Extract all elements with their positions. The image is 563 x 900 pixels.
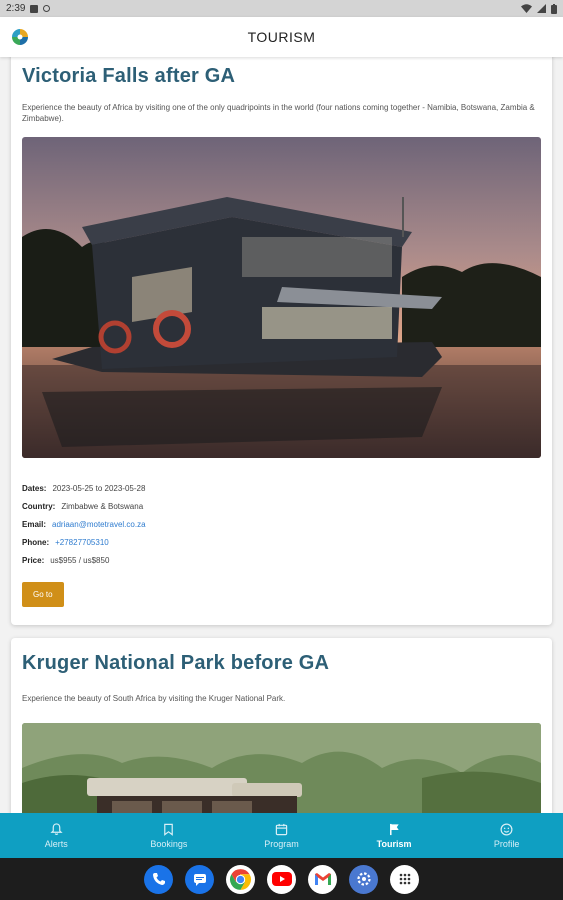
nav-label: Bookings	[150, 838, 188, 849]
price-value: us$955 / us$850	[50, 556, 110, 565]
country-row: Country: Zimbabwe & Botswana	[22, 502, 144, 511]
tour-details: Dates: 2023-05-25 to 2023-05-28 Country: Z…	[22, 484, 541, 574]
system-dock	[0, 858, 563, 900]
nav-item-alerts[interactable]: Alerts	[0, 813, 113, 858]
tour-card: Kruger National Park before GA Experienc…	[11, 638, 552, 813]
status-bar: 2:39	[0, 0, 563, 17]
flag-icon	[389, 823, 399, 835]
messages-app-icon[interactable]	[185, 864, 214, 894]
email-row: Email: adriaan@motetravel.co.za	[22, 520, 146, 529]
tour-list[interactable]: Victoria Falls after GA Experience the b…	[0, 57, 563, 813]
bookmark-icon	[164, 823, 174, 836]
smile-face-icon	[500, 823, 513, 835]
price-row: Price: us$955 / us$850	[22, 556, 110, 565]
app-header: TOURISM	[0, 17, 563, 57]
phone-link[interactable]: +27827705310	[55, 538, 109, 547]
phone-row: Phone: +27827705310	[22, 538, 109, 547]
nav-item-bookings[interactable]: Bookings	[113, 813, 226, 858]
tour-image	[22, 137, 541, 458]
bell-icon	[50, 822, 63, 835]
tour-image	[22, 723, 541, 813]
tour-description: Experience the beauty of South Africa by…	[22, 694, 286, 703]
phone-app-icon[interactable]	[144, 864, 173, 894]
dates-row: Dates: 2023-05-25 to 2023-05-28	[22, 484, 146, 493]
nav-label: Alerts	[44, 838, 68, 849]
tour-description: Experience the beauty of Africa by visit…	[22, 103, 535, 123]
notification-icon	[30, 4, 39, 13]
email-link[interactable]: adriaan@motetravel.co.za	[52, 520, 146, 529]
calendar-icon	[275, 823, 288, 835]
dates-value: 2023-05-25 to 2023-05-28	[52, 484, 146, 493]
tour-title: Victoria Falls after GA	[22, 65, 236, 87]
sync-icon	[43, 5, 51, 12]
app-drawer-icon[interactable]	[390, 864, 419, 894]
app-logo-icon	[12, 29, 28, 45]
chrome-app-icon[interactable]	[226, 864, 255, 894]
settings-app-icon[interactable]	[349, 864, 378, 894]
battery-icon	[551, 3, 557, 14]
nav-item-program[interactable]: Program	[225, 813, 338, 858]
nav-label: Tourism	[376, 838, 412, 849]
youtube-app-icon[interactable]	[267, 864, 296, 894]
tour-card: Victoria Falls after GA Experience the b…	[11, 57, 552, 625]
signal-icon	[537, 4, 546, 13]
status-time: 2:39	[6, 3, 26, 14]
tour-title: Kruger National Park before GA	[22, 652, 330, 674]
country-value: Zimbabwe & Botswana	[61, 502, 144, 511]
nav-label: Program	[264, 838, 299, 849]
nav-item-tourism[interactable]: Tourism	[338, 813, 451, 858]
nav-label: Profile	[493, 838, 520, 849]
gmail-app-icon[interactable]	[308, 864, 337, 894]
nav-item-profile[interactable]: Profile	[450, 813, 563, 858]
page-title: TOURISM	[247, 29, 316, 45]
bottom-navigation: Alerts Bookings Program Tourism Profile	[0, 813, 563, 858]
go-to-button[interactable]: Go to	[22, 582, 64, 607]
wifi-icon	[521, 4, 532, 13]
